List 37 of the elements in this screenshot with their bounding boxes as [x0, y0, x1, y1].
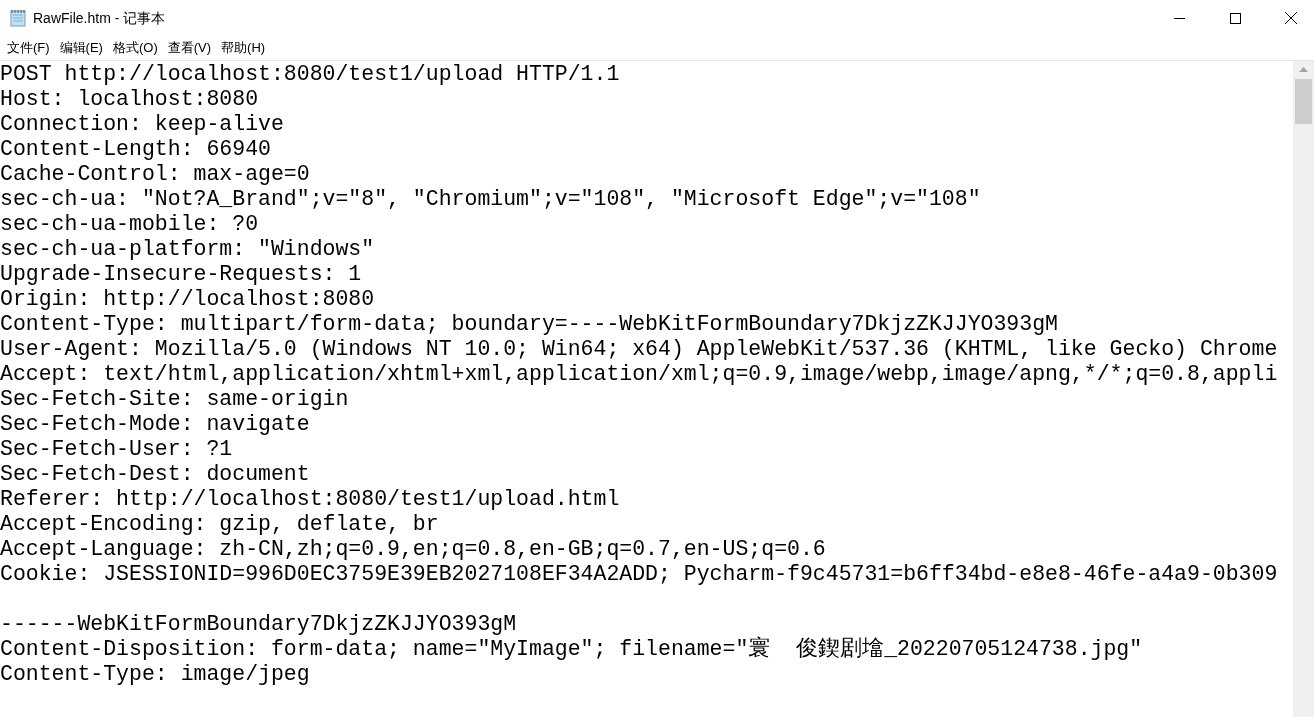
text-line: Accept: text/html,application/xhtml+xml,application/xml;q=0.9,image/webp,image/apng,*/*;q=0.8,appli	[0, 362, 1278, 387]
notepad-icon	[9, 9, 27, 27]
text-line: Content-Disposition: form-data; name="MyImage"; filename="寰 俊鍥剧墖_20220705124738.jpg"	[0, 637, 1143, 662]
text-line: Accept-Language: zh-CN,zh;q=0.9,en;q=0.8,en-GB;q=0.7,en-US;q=0.6	[0, 537, 826, 562]
text-line: POST http://localhost:8080/test1/upload HTTP/1.1	[0, 62, 620, 87]
text-line: Referer: http://localhost:8080/test1/upload.html	[0, 487, 620, 512]
text-line: ------WebKitFormBoundary7DkjzZKJJYO393gM	[0, 612, 517, 637]
text-line: Content-Length: 66940	[0, 137, 271, 162]
vertical-scrollbar[interactable]	[1293, 61, 1314, 717]
close-icon	[1285, 12, 1297, 24]
scroll-up-icon	[1299, 67, 1308, 72]
text-line: sec-ch-ua-mobile: ?0	[0, 212, 259, 237]
text-line: sec-ch-ua: "Not?A_Brand";v="8", "Chromium";v="108", "Microsoft Edge";v="108"	[0, 187, 981, 212]
text-line: Sec-Fetch-Mode: navigate	[0, 412, 310, 437]
menu-item[interactable]: 查看(V)	[163, 38, 216, 58]
text-line: Content-Type: image/jpeg	[0, 662, 310, 687]
menu-item[interactable]: 编辑(E)	[55, 38, 107, 58]
text-line: Origin: http://localhost:8080	[0, 287, 375, 312]
text-line: sec-ch-ua-platform: "Windows"	[0, 237, 375, 262]
scrollbar-thumb[interactable]	[1295, 79, 1312, 124]
text-line: Sec-Fetch-Dest: document	[0, 462, 310, 487]
menu-item[interactable]: 文件(F)	[3, 38, 54, 58]
text-line: Cache-Control: max-age=0	[0, 162, 310, 187]
text-line: Connection: keep-alive	[0, 112, 284, 137]
maximize-icon	[1229, 12, 1241, 24]
text-line: Accept-Encoding: gzip, deflate, br	[0, 512, 439, 537]
menu-item[interactable]: 格式(O)	[108, 38, 162, 58]
text-line: Content-Type: multipart/form-data; boundary=----WebKitFormBoundary7DkjzZKJJYO393gM	[0, 312, 1058, 337]
menu-item[interactable]: 帮助(H)	[217, 38, 270, 58]
text-line: Upgrade-Insecure-Requests: 1	[0, 262, 362, 287]
text-line: Host: localhost:8080	[0, 87, 259, 112]
window-title: RawFile.htm - 记事本	[33, 8, 166, 28]
text-line: Cookie: JSESSIONID=996D0EC3759E39EB2027108EF34A2ADD; Pycharm-f9c45731=b6ff34bd-e8e8-46fe-a4a9-0b309	[0, 562, 1278, 587]
text-line: User-Agent: Mozilla/5.0 (Windows NT 10.0; Win64; x64) AppleWebKit/537.36 (KHTML, like Gecko) Chrome	[0, 337, 1278, 362]
text-line: Sec-Fetch-Site: same-origin	[0, 387, 349, 412]
minimize-icon	[1173, 17, 1185, 19]
text-line: Sec-Fetch-User: ?1	[0, 437, 233, 462]
